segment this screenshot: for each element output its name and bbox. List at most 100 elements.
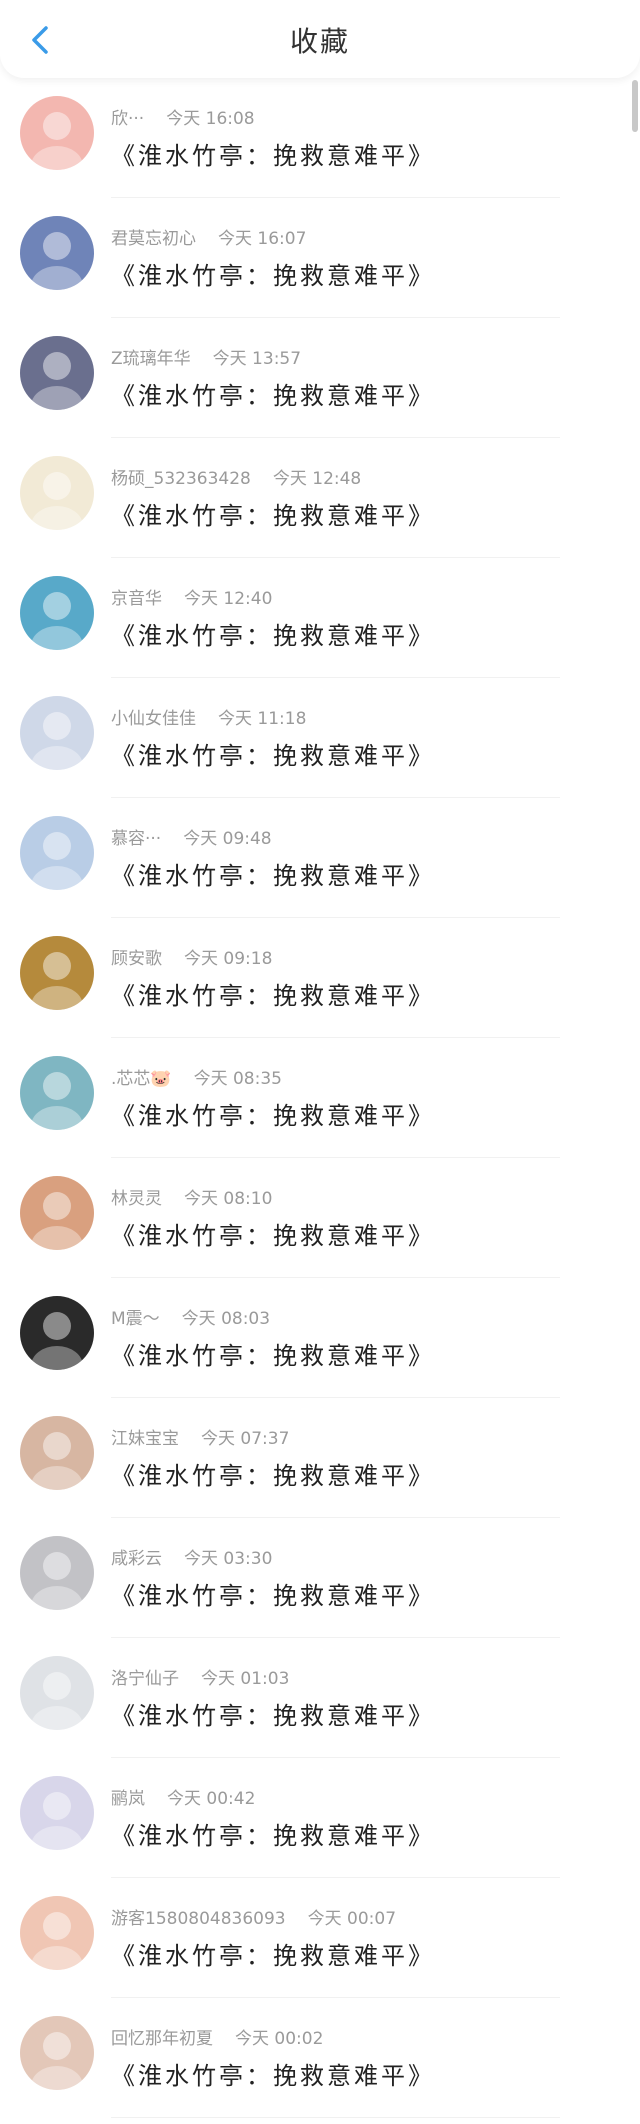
favorite-content[interactable]: 《淮水竹亭：挽救意难平》 — [111, 1456, 435, 1491]
user-name[interactable]: 林灵灵 — [111, 1189, 162, 1209]
user-name[interactable]: M震～ — [111, 1309, 160, 1329]
avatar[interactable] — [20, 1896, 94, 1970]
user-name[interactable]: 回忆那年初夏 — [111, 2029, 213, 2049]
list-item[interactable]: 君莫忘初心 今天 16:07 《淮水竹亭：挽救意难平》 — [0, 198, 640, 318]
item-meta: 洛宁仙子 今天 01:03 — [111, 1664, 289, 1689]
user-name[interactable]: 江妹宝宝 — [111, 1429, 179, 1449]
item-meta: 小仙女佳佳 今天 11:18 — [111, 704, 306, 729]
avatar[interactable] — [20, 1536, 94, 1610]
favorite-content[interactable]: 《淮水竹亭：挽救意难平》 — [111, 976, 435, 1011]
favorite-content[interactable]: 《淮水竹亭：挽救意难平》 — [111, 1336, 435, 1371]
list-item[interactable]: 小仙女佳佳 今天 11:18 《淮水竹亭：挽救意难平》 — [0, 678, 640, 798]
avatar[interactable] — [20, 816, 94, 890]
list-item[interactable]: 咸彩云 今天 03:30 《淮水竹亭：挽救意难平》 — [0, 1518, 640, 1638]
item-meta: 游客15808048360​93 今天 00:07 — [111, 1904, 396, 1929]
list-item[interactable]: Z琉璃年华 今天 13:57 《淮水竹亭：挽救意难平》 — [0, 318, 640, 438]
favorite-content[interactable]: 《淮水竹亭：挽救意难平》 — [111, 376, 435, 411]
user-name[interactable]: 咸彩云 — [111, 1549, 162, 1569]
avatar[interactable] — [20, 576, 94, 650]
avatar[interactable] — [20, 96, 94, 170]
favorite-content[interactable]: 《淮水竹亭：挽救意难平》 — [111, 1816, 435, 1851]
avatar[interactable] — [20, 1776, 94, 1850]
item-meta: 杨硕_532363428 今天 12:48 — [111, 464, 361, 489]
timestamp: 今天 03:30 — [184, 1549, 273, 1569]
user-name[interactable]: 顾安歌 — [111, 949, 162, 969]
item-meta: M震～ 今天 08:03 — [111, 1304, 270, 1329]
list-item[interactable]: 顾安歌 今天 09:18 《淮水竹亭：挽救意难平》 — [0, 918, 640, 1038]
favorite-content[interactable]: 《淮水竹亭：挽救意难平》 — [111, 856, 435, 891]
avatar[interactable] — [20, 456, 94, 530]
favorite-content[interactable]: 《淮水竹亭：挽救意难平》 — [111, 496, 435, 531]
page-title: 收藏 — [289, 25, 350, 58]
item-meta: 京音华 今天 12:40 — [111, 584, 272, 609]
user-name[interactable]: 鹂岚 — [111, 1789, 145, 1809]
favorites-page: 收藏 欣··· 今天 16:08 《淮水竹亭：挽救意难平》 君莫忘初心 今天 16:07… — [0, 0, 640, 2124]
avatar[interactable] — [20, 1296, 94, 1370]
avatar[interactable] — [20, 1056, 94, 1130]
list-item[interactable]: 回忆那年初夏 今天 00:02 《淮水竹亭：挽救意难平》 — [0, 1998, 640, 2118]
favorite-content[interactable]: 《淮水竹亭：挽救意难平》 — [111, 616, 435, 651]
list-item[interactable]: 洛宁仙子 今天 01:03 《淮水竹亭：挽救意难平》 — [0, 1638, 640, 1758]
avatar[interactable] — [20, 2016, 94, 2090]
avatar[interactable] — [20, 696, 94, 770]
avatar[interactable] — [20, 336, 94, 410]
timestamp: 今天 08:35 — [193, 1069, 282, 1089]
timestamp: 今天 00:07 — [307, 1909, 397, 1929]
timestamp: 今天 16:08 — [166, 109, 255, 129]
item-meta: .芯芯🐷 今天 08:35 — [111, 1064, 282, 1089]
favorite-content[interactable]: 《淮水竹亭：挽救意难平》 — [111, 1096, 435, 1131]
user-name[interactable]: 欣··· — [111, 109, 144, 129]
list-item[interactable]: .芯芯🐷 今天 08:35 《淮水竹亭：挽救意难平》 — [0, 1038, 640, 1158]
favorite-content[interactable]: 《淮水竹亭：挽救意难平》 — [111, 1696, 435, 1731]
user-name[interactable]: 京音华 — [111, 589, 162, 609]
item-meta: 君莫忘初心 今天 16:07 — [111, 224, 306, 249]
avatar[interactable] — [20, 1656, 94, 1730]
avatar[interactable] — [20, 216, 94, 290]
list-item[interactable]: 江妹宝宝 今天 07:37 《淮水竹亭：挽救意难平》 — [0, 1398, 640, 1518]
user-name[interactable]: .芯芯🐷 — [111, 1069, 172, 1089]
item-meta: 咸彩云 今天 03:30 — [111, 1544, 272, 1569]
user-name[interactable]: 小仙女佳佳 — [111, 709, 196, 729]
timestamp: 今天 12:48 — [272, 469, 362, 489]
favorite-content[interactable]: 《淮水竹亭：挽救意难平》 — [111, 136, 435, 171]
favorite-content[interactable]: 《淮水竹亭：挽救意难平》 — [111, 1216, 435, 1251]
avatar[interactable] — [20, 1176, 94, 1250]
user-name[interactable]: 君莫忘初心 — [111, 229, 196, 249]
user-name[interactable]: 洛宁仙子 — [111, 1669, 179, 1689]
avatar[interactable] — [20, 1416, 94, 1490]
favorite-content[interactable]: 《淮水竹亭：挽救意难平》 — [111, 2056, 435, 2091]
timestamp: 今天 09:18 — [184, 949, 273, 969]
avatar[interactable] — [20, 936, 94, 1010]
timestamp: 今天 09:48 — [183, 829, 272, 849]
timestamp: 今天 13:57 — [212, 349, 302, 369]
list-item[interactable]: 杨硕_532363428 今天 12:48 《淮水竹亭：挽救意难平》 — [0, 438, 640, 558]
item-meta: 鹂岚 今天 00:42 — [111, 1784, 255, 1809]
favorite-content[interactable]: 《淮水竹亭：挽救意难平》 — [111, 256, 435, 291]
item-meta: 欣··· 今天 16:08 — [111, 104, 255, 129]
item-meta: 江妹宝宝 今天 07:37 — [111, 1424, 289, 1449]
timestamp: 今天 08:03 — [181, 1309, 271, 1329]
list-item[interactable]: 欣··· 今天 16:08 《淮水竹亭：挽救意难平》 — [0, 78, 640, 198]
favorites-list: 欣··· 今天 16:08 《淮水竹亭：挽救意难平》 君莫忘初心 今天 16:07 《淮水… — [0, 78, 640, 2118]
list-item[interactable]: 慕容··· 今天 09:48 《淮水竹亭：挽救意难平》 — [0, 798, 640, 918]
timestamp: 今天 07:37 — [201, 1429, 290, 1449]
timestamp: 今天 00:42 — [167, 1789, 256, 1809]
user-name[interactable]: Z琉璃年华 — [111, 349, 191, 369]
divider — [111, 2117, 560, 2118]
favorite-content[interactable]: 《淮水竹亭：挽救意难平》 — [111, 736, 435, 771]
list-item[interactable]: 游客15808048360​93 今天 00:07 《淮水竹亭：挽救意难平》 — [0, 1878, 640, 1998]
favorite-content[interactable]: 《淮水竹亭：挽救意难平》 — [111, 1576, 435, 1611]
list-item[interactable]: M震～ 今天 08:03 《淮水竹亭：挽救意难平》 — [0, 1278, 640, 1398]
user-name[interactable]: 游客15808048360​93 — [111, 1909, 286, 1929]
timestamp: 今天 00:02 — [235, 2029, 324, 2049]
list-item[interactable]: 林灵灵 今天 08:10 《淮水竹亭：挽救意难平》 — [0, 1158, 640, 1278]
timestamp: 今天 12:40 — [184, 589, 273, 609]
list-item[interactable]: 鹂岚 今天 00:42 《淮水竹亭：挽救意难平》 — [0, 1758, 640, 1878]
favorite-content[interactable]: 《淮水竹亭：挽救意难平》 — [111, 1936, 435, 1971]
item-meta: 回忆那年初夏 今天 00:02 — [111, 2024, 323, 2049]
list-item[interactable]: 京音华 今天 12:40 《淮水竹亭：挽救意难平》 — [0, 558, 640, 678]
user-name[interactable]: 杨硕_532363428 — [111, 469, 251, 489]
user-name[interactable]: 慕容··· — [111, 829, 161, 849]
item-meta: 顾安歌 今天 09:18 — [111, 944, 272, 969]
timestamp: 今天 11:18 — [218, 709, 307, 729]
